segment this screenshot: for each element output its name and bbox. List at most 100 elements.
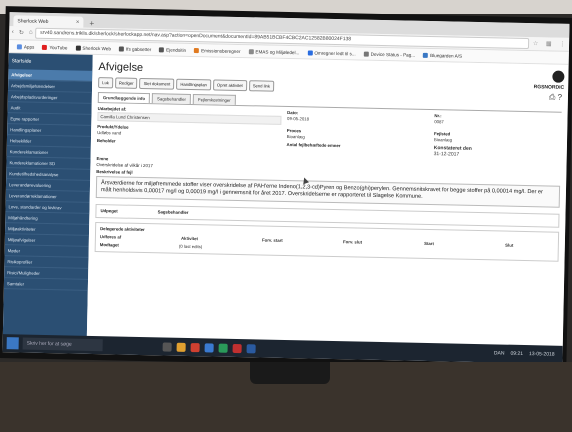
system-tray: DAN 09:21 13-05-2018 xyxy=(494,350,555,357)
bookmark-icon xyxy=(75,45,81,51)
delegerede-section: Delegerede aktiviteter Udføres af Aktivit… xyxy=(94,222,560,262)
company-logo: RGSNORDIC xyxy=(534,70,565,91)
action-button[interactable]: Slet dokument xyxy=(139,77,175,90)
bookmark-label: Ejendsitin xyxy=(166,46,187,53)
udpeget-label: Udpeget xyxy=(100,208,118,214)
bookmark-item[interactable]: YouTube xyxy=(42,44,67,50)
task-view-icon[interactable] xyxy=(162,341,172,352)
bookmark-item[interactable]: Apps xyxy=(16,43,35,50)
column-header: Udføres af xyxy=(99,234,122,240)
column-header: Forv. start xyxy=(261,237,283,243)
bookmark-icon xyxy=(159,46,165,52)
bookmark-label: Emissionsberegner xyxy=(201,47,241,54)
info-grid: Udarbejdet af: Camilla Lund Christensen … xyxy=(97,106,562,163)
bookmark-label: Ifs gabsetter xyxy=(125,46,152,52)
bookmark-icon xyxy=(42,44,48,50)
document-tab[interactable]: Sagsbehandler xyxy=(151,93,192,104)
udpeget-value: Sagsbehandler xyxy=(157,209,189,215)
bookmark-label: Bluegarden A/S xyxy=(430,52,463,59)
action-button[interactable]: Luk xyxy=(98,77,114,89)
bookmark-item[interactable]: Emissionsberegner xyxy=(194,47,241,54)
logo-text: RGSNORDIC xyxy=(533,84,565,91)
chrome-icon[interactable] xyxy=(190,342,200,352)
bookmark-icon xyxy=(194,47,200,53)
antal-label: Antal fejlbehæftede emner xyxy=(286,142,341,149)
windows-start-icon[interactable] xyxy=(6,337,19,350)
delegerede-row-label: Modtaget xyxy=(99,242,119,248)
bookmark-item[interactable]: Bluegarden A/S xyxy=(423,52,462,58)
produkt-cell: Produkt/Ydelse Udløbs vand xyxy=(97,124,281,139)
close-icon[interactable]: × xyxy=(76,19,80,25)
bookmark-icon xyxy=(16,43,22,49)
tray-time[interactable]: 09:21 xyxy=(510,351,523,357)
delegerede-row-value: (0 last edits) xyxy=(178,243,203,250)
sidebar-header[interactable]: Startside xyxy=(8,53,92,71)
bookmark-label: Omregner ledt til s... xyxy=(314,50,356,56)
word-icon[interactable] xyxy=(246,343,256,353)
main-content: Afvigelse RGSNORDIC ⎙ ? Luk Rediger Slet d… xyxy=(86,54,569,347)
fejlsted-cell: Fejlsted Bioanlæg xyxy=(434,131,561,145)
bookmark-icon xyxy=(307,49,313,56)
bookmark-label: YouTube xyxy=(49,44,68,50)
action-button[interactable]: Handlingsplan xyxy=(176,78,212,91)
outlook-icon[interactable] xyxy=(204,342,214,353)
beholder-cell: Beholder xyxy=(97,138,281,154)
sidebar-list: Afvigelser Arbejdsmiljøhændelser Arbejdspl… xyxy=(3,69,93,291)
bookmark-label: Device Status - Pag... xyxy=(370,51,416,58)
proces-cell: Proces Bioanlæg xyxy=(287,128,428,142)
bookmark-item[interactable]: Sherlock Web xyxy=(75,45,111,51)
bookmark-item[interactable]: Omregner ledt til s... xyxy=(307,49,356,56)
bookmark-label: Apps xyxy=(23,43,35,50)
extension-icon[interactable]: ▦ xyxy=(546,40,552,47)
bookmark-item[interactable]: EMAS og Miljøledel... xyxy=(248,48,299,55)
toolbar-icons: ⎙ ? xyxy=(549,92,562,102)
column-header: Aktivitet xyxy=(180,235,198,242)
bookmark-icon xyxy=(248,48,254,54)
powerpoint-icon[interactable] xyxy=(232,343,242,353)
file-explorer-icon[interactable] xyxy=(176,342,186,352)
browser-tab[interactable]: Sherlock Web × xyxy=(13,15,84,28)
print-icon[interactable]: ⎙ xyxy=(549,92,556,101)
column-header: Slut xyxy=(505,242,514,248)
bookmark-item[interactable]: Ejendsitin xyxy=(159,46,187,53)
konstateret-value: 31-12-2017 xyxy=(433,151,460,158)
reload-icon[interactable]: ↻ xyxy=(19,29,24,36)
column-header: Start xyxy=(424,240,434,247)
document-tab[interactable]: Fejlomkostninger xyxy=(192,94,236,105)
column-header: Forv. slut xyxy=(343,239,363,245)
star-icon[interactable]: ☆ xyxy=(533,40,539,47)
tray-language[interactable]: DAN xyxy=(494,350,505,356)
logo-icon xyxy=(552,70,565,83)
app-body: Startside Afvigelser Arbejdsmiljøhændelse… xyxy=(2,53,569,347)
action-button[interactable]: Opret aktivitet xyxy=(212,79,247,92)
help-icon[interactable]: ? xyxy=(557,93,562,102)
monitor-stand xyxy=(250,362,330,384)
beholder-label: Beholder xyxy=(96,138,116,144)
nr-cell: Nr.: 0087 xyxy=(434,113,561,131)
antal-cell: Antal fejlbehæftede emner xyxy=(286,142,427,157)
bookmark-icon xyxy=(118,45,124,52)
browser-tab-title: Sherlock Web xyxy=(17,17,49,25)
home-icon[interactable]: ⌂ xyxy=(29,30,33,37)
dato-cell: Dato: 09-05-2018 xyxy=(287,110,429,128)
sidebar: Startside Afvigelser Arbejdsmiljøhændelse… xyxy=(2,53,93,337)
action-button[interactable]: Rediger xyxy=(114,77,138,89)
bookmark-icon xyxy=(423,52,429,58)
screen: Sherlock Web × + ‹ ↻ ⌂ srv40.sandrens.tr… xyxy=(2,12,570,364)
monitor: Sherlock Web × + ‹ ↻ ⌂ srv40.sandrens.tr… xyxy=(0,6,572,370)
taskbar-search-input[interactable]: Skriv her for at søge xyxy=(22,337,103,352)
konstateret-cell: Konstateret den 31-12-2017 xyxy=(434,145,561,160)
action-button[interactable]: Send link xyxy=(248,80,275,92)
bookmark-item[interactable]: Ifs gabsetter xyxy=(118,45,152,52)
bookmark-label: Sherlock Web xyxy=(82,45,112,51)
taskbar-icons xyxy=(162,341,256,353)
document-tab[interactable]: Grundlæggende info xyxy=(97,92,151,104)
back-icon[interactable]: ‹ xyxy=(12,29,14,36)
bookmark-icon xyxy=(363,51,369,57)
new-tab-icon[interactable]: + xyxy=(89,19,94,28)
bookmark-item[interactable]: Device Status - Pag... xyxy=(363,51,416,58)
sidebar-item[interactable]: Samtaler xyxy=(3,278,89,291)
excel-icon[interactable] xyxy=(218,343,228,353)
tray-date[interactable]: 13-05-2018 xyxy=(529,351,555,358)
menu-icon[interactable]: ⋮ xyxy=(559,41,565,48)
